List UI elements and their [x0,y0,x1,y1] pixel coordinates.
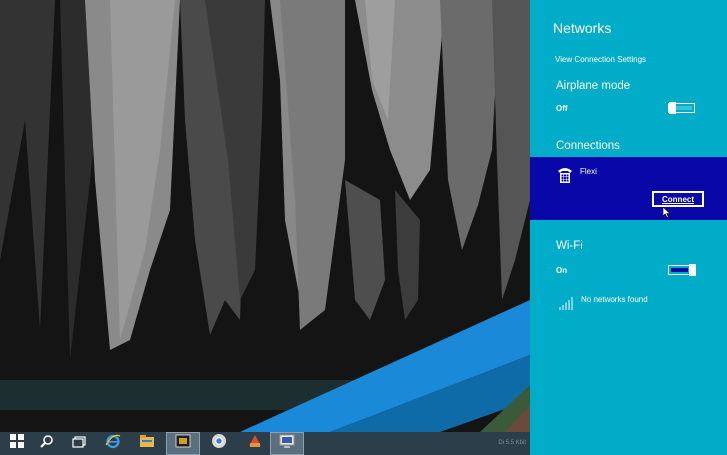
view-connection-settings-link[interactable]: View Connection Settings [555,55,646,64]
taskbar-file-explorer[interactable] [130,432,164,455]
connections-heading: Connections [556,140,620,152]
dialup-phone-icon [556,165,574,190]
airplane-mode-heading: Airplane mode [556,80,631,92]
taskbar-app-3[interactable] [270,432,304,455]
wifi-signal-icon [559,296,573,315]
start-button[interactable] [0,432,34,455]
taskbar-app-2[interactable] [238,432,272,455]
connection-name: Flexi [580,167,597,176]
wifi-state: On [556,266,568,275]
taskbar: Di 5.5 Kbit [0,432,530,455]
task-view-icon [72,435,86,453]
system-info-text: Di 5.5 Kbit [498,440,526,446]
airplane-mode-toggle[interactable] [668,102,695,114]
airplane-mode-state: Off [556,104,568,113]
taskbar-internet-explorer[interactable] [96,432,130,455]
app-icon [279,434,295,454]
desktop-wallpaper [0,0,530,432]
chrome-icon [211,433,227,454]
app-icon [175,434,191,453]
connection-item-flexi[interactable]: Flexi Connect [530,157,727,220]
no-networks-message: No networks found [581,295,648,304]
panel-title: Networks [553,20,612,36]
wifi-toggle[interactable] [668,264,696,276]
app-icon [247,433,263,454]
mouse-cursor-icon [662,205,671,223]
taskbar-chrome[interactable] [202,432,236,455]
search-icon [40,434,54,453]
file-explorer-icon [139,434,155,453]
task-view-button[interactable] [62,432,96,455]
internet-explorer-icon [105,433,121,454]
search-button[interactable] [30,432,64,455]
taskbar-app-1[interactable] [166,432,200,455]
wifi-heading: Wi-Fi [556,240,583,252]
connect-button[interactable]: Connect [652,191,704,207]
windows-start-icon [10,434,24,453]
networks-panel: Networks View Connection Settings Airpla… [530,0,727,455]
